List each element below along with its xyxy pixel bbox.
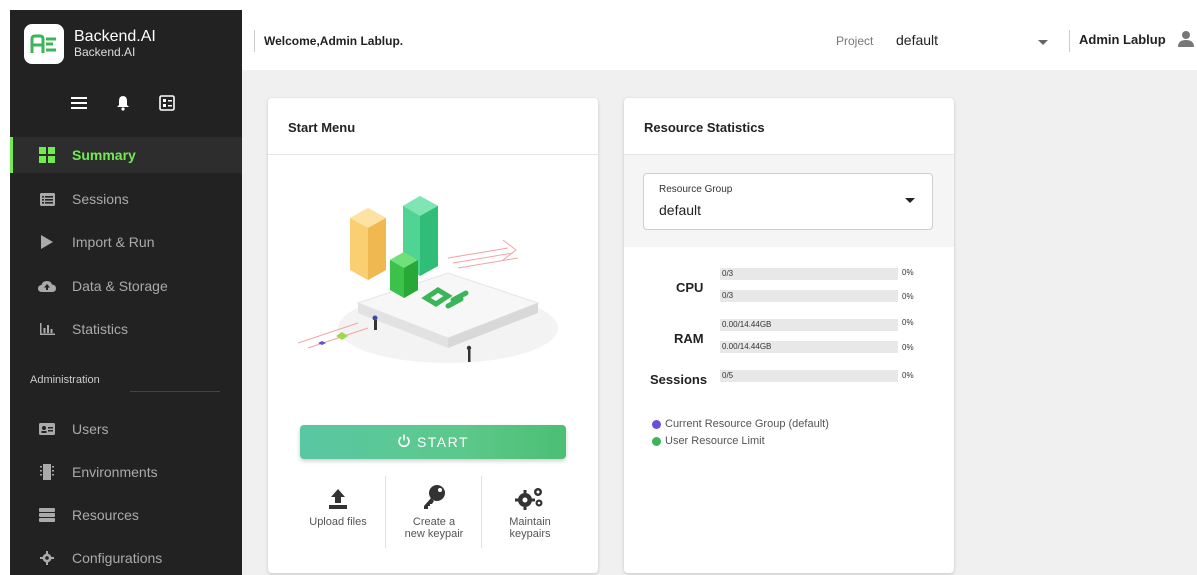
gears-icon xyxy=(515,478,545,510)
bar-chart-icon xyxy=(38,320,56,338)
brand-title: Backend.AI xyxy=(74,28,156,46)
sidebar-item-label: Configurations xyxy=(72,550,163,566)
chevron-down-icon[interactable] xyxy=(1038,40,1048,45)
ram-limit-value: 0.00/14.44GB xyxy=(722,342,772,351)
cpu-limit-bar: 0/3 xyxy=(720,290,898,302)
legend-dot xyxy=(652,436,661,446)
action-label: Maintain xyxy=(509,516,551,528)
brand[interactable]: Backend.AI Backend.AI xyxy=(24,24,156,64)
brand-subtitle: Backend.AI xyxy=(74,45,136,60)
upload-files-button[interactable]: Upload files xyxy=(304,478,372,553)
sidebar-item-sessions[interactable]: Sessions xyxy=(10,181,242,217)
sidebar-item-environments[interactable]: Environments xyxy=(10,454,242,490)
cpu-limit-percent: 0% xyxy=(902,292,914,301)
sidebar-item-label: Statistics xyxy=(72,321,129,337)
maintain-keypairs-button[interactable]: Maintain keypairs xyxy=(494,478,566,553)
caret-down-icon xyxy=(905,198,915,203)
bell-icon[interactable] xyxy=(112,92,134,114)
resource-group-select[interactable]: Resource Group default xyxy=(643,173,933,230)
chip-icon xyxy=(38,463,56,481)
upload-icon xyxy=(327,478,349,510)
start-illustration xyxy=(297,178,568,383)
card-title: Start Menu xyxy=(288,120,356,135)
sidebar-item-label: Environments xyxy=(72,464,158,480)
resource-group-value: default xyxy=(659,202,702,218)
sidebar-item-label: Summary xyxy=(72,147,136,163)
sessions-percent: 0% xyxy=(902,371,914,380)
sidebar-item-data-storage[interactable]: Data & Storage xyxy=(10,268,242,304)
sidebar-toolbar xyxy=(68,92,178,114)
user-name[interactable]: Admin Lablup xyxy=(1079,32,1166,47)
start-button[interactable]: START xyxy=(300,425,566,459)
gear-icon xyxy=(38,549,56,567)
legend-label: User Resource Limit xyxy=(665,435,765,447)
sidebar-item-label: Import & Run xyxy=(72,234,155,250)
cpu-current-bar: 0/3 xyxy=(720,268,898,280)
welcome-message: Welcome,Admin Lablup. xyxy=(264,34,404,48)
legend-label: Current Resource Group (default) xyxy=(665,418,829,430)
ram-current-bar: 0.00/14.44GB xyxy=(720,319,898,331)
play-icon xyxy=(38,233,56,251)
sidebar-item-summary[interactable]: Summary xyxy=(10,137,242,173)
project-select[interactable]: default xyxy=(896,32,938,48)
sidebar-item-statistics[interactable]: Statistics xyxy=(10,311,242,347)
cpu-current-percent: 0% xyxy=(902,268,914,277)
backend-ai-logo xyxy=(24,24,64,64)
power-icon xyxy=(397,434,411,451)
sidebar-item-label: Users xyxy=(72,421,109,437)
server-icon xyxy=(38,506,56,524)
key-icon xyxy=(422,478,446,510)
ram-current-percent: 0% xyxy=(902,318,914,327)
card-divider xyxy=(268,154,598,155)
sidebar-item-label: Resources xyxy=(72,507,139,523)
action-label: Create a xyxy=(412,516,456,528)
sidebar-item-import-run[interactable]: Import & Run xyxy=(10,224,242,260)
action-divider xyxy=(385,476,386,548)
action-label: Upload files xyxy=(309,516,367,528)
action-label: keypairs xyxy=(509,528,551,540)
sidebar-item-users[interactable]: Users xyxy=(10,411,242,447)
legend-current-group: Current Resource Group (default) xyxy=(652,418,829,430)
card-title: Resource Statistics xyxy=(644,120,765,135)
sessions-bar: 0/5 xyxy=(720,370,898,382)
resource-statistics-card: Resource Statistics Resource Group defau… xyxy=(624,98,954,573)
start-button-label: START xyxy=(416,434,470,450)
administration-divider xyxy=(130,391,220,392)
start-menu-card: Start Menu START Upload files Create a n… xyxy=(268,98,598,573)
header-divider xyxy=(1069,30,1070,52)
cloud-upload-icon xyxy=(38,277,56,295)
main-content: Start Menu START Upload files Create a n… xyxy=(242,70,1197,575)
cpu-label: CPU xyxy=(676,280,704,295)
sidebar-item-configurations[interactable]: Configurations xyxy=(10,540,242,575)
top-header: Welcome,Admin Lablup. Project default Ad… xyxy=(242,10,1197,70)
sessions-list-icon xyxy=(38,190,56,208)
sidebar: Backend.AI Backend.AI Summary Sessions I… xyxy=(10,10,242,575)
administration-heading: Administration xyxy=(30,374,100,386)
summary-grid-icon xyxy=(38,146,56,164)
dashboard-icon[interactable] xyxy=(156,92,178,114)
ram-limit-percent: 0% xyxy=(902,343,914,352)
cpu-limit-value: 0/3 xyxy=(722,291,734,300)
legend-dot xyxy=(652,419,661,429)
cpu-current-value: 0/3 xyxy=(722,269,734,278)
sidebar-item-label: Sessions xyxy=(72,191,129,207)
action-label: new keypair xyxy=(404,528,464,540)
sidebar-item-resources[interactable]: Resources xyxy=(10,497,242,533)
ram-label: RAM xyxy=(674,331,704,346)
ram-limit-bar: 0.00/14.44GB xyxy=(720,341,898,353)
sidebar-item-label: Data & Storage xyxy=(72,278,168,294)
header-divider xyxy=(254,30,255,52)
action-divider xyxy=(481,476,482,548)
legend-user-limit: User Resource Limit xyxy=(652,435,765,447)
ram-current-value: 0.00/14.44GB xyxy=(722,320,772,329)
sessions-label: Sessions xyxy=(650,372,708,387)
resource-group-label: Resource Group xyxy=(659,184,733,195)
create-keypair-button[interactable]: Create a new keypair xyxy=(398,478,470,553)
user-icon[interactable] xyxy=(1178,30,1194,53)
sessions-value: 0/5 xyxy=(722,371,734,380)
project-label: Project xyxy=(836,34,874,48)
menu-icon[interactable] xyxy=(68,92,90,114)
id-card-icon xyxy=(38,420,56,438)
